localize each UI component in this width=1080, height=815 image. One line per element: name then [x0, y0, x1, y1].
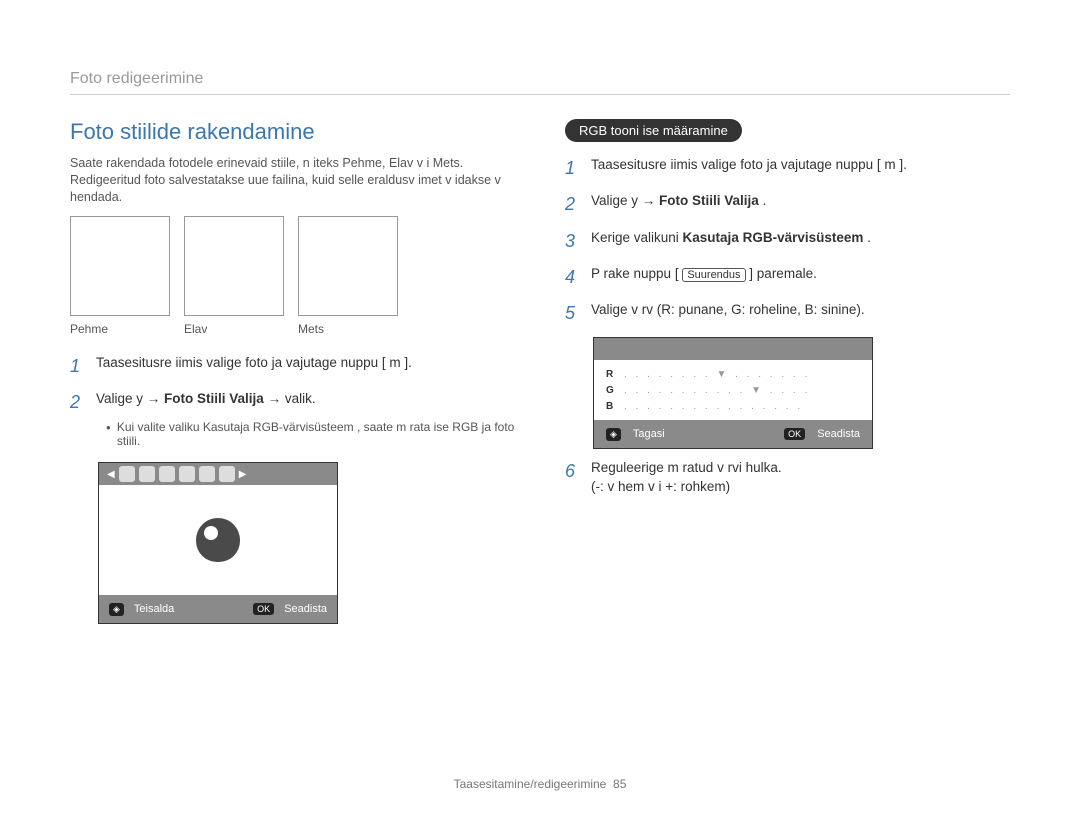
step-text-fragment: Valige y → [591, 193, 659, 208]
step-number: 4 [565, 265, 581, 289]
rgb-sliders: R. . . . . . . . ▼ . . . . . . . G. . . … [594, 360, 872, 420]
step-text: P rake nuppu [ Suurendus ] paremale. [591, 265, 817, 289]
thumbnail-label: Mets [298, 322, 398, 336]
step-text-fragment: Valige y → [96, 391, 164, 406]
step-text: Kerige valikuni Kasutaja RGB-värvisüstee… [591, 229, 871, 253]
nav-key-icon: ◈ [606, 428, 621, 441]
step-text-fragment: . [759, 193, 767, 208]
step-item: 3 Kerige valikuni Kasutaja RGB-värvisüst… [565, 229, 1010, 253]
subsection-pill: RGB tooni ise määramine [565, 119, 742, 142]
step-text: Valige v rv (R: punane, G: roheline, B: … [591, 301, 865, 325]
footer-section: Taasesitamine/redigeerimine [454, 777, 607, 791]
step-text-fragment: P rake nuppu [ [591, 266, 682, 281]
thumbnail-label: Pehme [70, 322, 170, 336]
step-number: 1 [70, 354, 86, 378]
step-text-fragment: ] paremale. [746, 266, 817, 281]
device-right-label: Seadista [817, 428, 860, 440]
mode-icon [199, 466, 215, 482]
mode-icon [119, 466, 135, 482]
section-intro: Saate rakendada fotodele erinevaid stiil… [70, 155, 515, 206]
ok-key-icon: OK [253, 603, 274, 615]
step-text-fragment: → valik. [264, 391, 316, 406]
device-right-label: Seadista [284, 603, 327, 615]
step-item: 5 Valige v rv (R: punane, G: roheline, B… [565, 301, 1010, 325]
step-text-bold: Kasutaja RGB-värvisüsteem [683, 230, 864, 245]
step-item: 2 Valige y → Foto Stiili Valija → valik. [70, 390, 515, 414]
step-number: 1 [565, 156, 581, 180]
device-mode-bar [594, 338, 872, 360]
nav-key-icon: ◈ [109, 603, 124, 616]
right-column: RGB tooni ise määramine 1 Taasesitusre i… [565, 119, 1010, 624]
step-item: 1 Taasesitusre iimis valige foto ja vaju… [70, 354, 515, 378]
key-label: Suurendus [682, 268, 745, 282]
step-text: Taasesitusre iimis valige foto ja vajuta… [591, 156, 907, 180]
rgb-row-r: R. . . . . . . . ▼ . . . . . . . [606, 366, 860, 382]
mode-icon [219, 466, 235, 482]
step-text: Taasesitusre iimis valige foto ja vajuta… [96, 354, 412, 378]
device-footer: ◈ Tagasi OK Seadista [594, 420, 872, 448]
thumbnail-label: Elav [184, 322, 284, 336]
step-number: 2 [565, 192, 581, 216]
device-preview: ◀ ▶ ◈ Teisalda [98, 462, 338, 624]
breadcrumb: Foto redigeerimine [70, 70, 1010, 95]
device-body [99, 485, 337, 595]
rgb-row-g: G. . . . . . . . . . . ▼ . . . . [606, 382, 860, 398]
thumb-item: Mets [298, 216, 398, 336]
step-item: 6 Reguleerige m ratud v rvi hulka. (-: v… [565, 459, 1010, 495]
step-text-line: Reguleerige m ratud v rvi hulka. [591, 459, 782, 477]
rgb-channel-label: B [606, 401, 618, 412]
step-number: 2 [70, 390, 86, 414]
step-text-bold: Foto Stiili Valija [659, 193, 759, 208]
step-text-fragment: Kerige valikuni [591, 230, 683, 245]
footer-page-number: 85 [613, 777, 626, 791]
device-mode-bar: ◀ ▶ [99, 463, 337, 485]
step-item: 1 Taasesitusre iimis valige foto ja vaju… [565, 156, 1010, 180]
thumb-item: Elav [184, 216, 284, 336]
step-number: 3 [565, 229, 581, 253]
thumbnail-image [70, 216, 170, 316]
thumbnail-image [184, 216, 284, 316]
step-number: 6 [565, 459, 581, 495]
rgb-device-preview: R. . . . . . . . ▼ . . . . . . . G. . . … [593, 337, 873, 449]
step-text-line: (-: v hem v i +: rohkem) [591, 478, 782, 496]
left-column: Foto stiilide rakendamine Saate rakendad… [70, 119, 515, 624]
page: Foto redigeerimine Foto stiilide rakenda… [0, 0, 1080, 815]
device-left-label: Teisalda [134, 603, 174, 615]
step-text-fragment: . [863, 230, 871, 245]
style-preview-icon [196, 518, 240, 562]
step-text: Valige y → Foto Stiili Valija → valik. [96, 390, 316, 414]
page-footer: Taasesitamine/redigeerimine 85 [0, 777, 1080, 791]
section-title: Foto stiilide rakendamine [70, 119, 515, 145]
bullet-text: Kui valite valiku Kasutaja RGB-värvisüst… [117, 420, 515, 448]
thumbnail-image [298, 216, 398, 316]
rgb-row-b: B. . . . . . . . . . . . . . . . [606, 398, 860, 414]
rgb-channel-label: G [606, 385, 618, 396]
left-steps: 1 Taasesitusre iimis valige foto ja vaju… [70, 354, 515, 625]
step-text: Reguleerige m ratud v rvi hulka. (-: v h… [591, 459, 782, 495]
step-item: 4 P rake nuppu [ Suurendus ] paremale. [565, 265, 1010, 289]
step-item: 2 Valige y → Foto Stiili Valija . [565, 192, 1010, 216]
rgb-channel-label: R [606, 369, 618, 380]
device-footer: ◈ Teisalda OK Seadista [99, 595, 337, 623]
device-left-label: Tagasi [633, 428, 665, 440]
ok-key-icon: OK [784, 428, 805, 440]
mode-icon [159, 466, 175, 482]
style-thumbnails: Pehme Elav Mets [70, 216, 515, 336]
step-number: 5 [565, 301, 581, 325]
step-text-bold: Foto Stiili Valija [164, 391, 264, 406]
thumb-item: Pehme [70, 216, 170, 336]
mode-icon [179, 466, 195, 482]
two-column-layout: Foto stiilide rakendamine Saate rakendad… [70, 119, 1010, 624]
step-text: Valige y → Foto Stiili Valija . [591, 192, 766, 216]
mode-icon [139, 466, 155, 482]
step-sub-bullet: Kui valite valiku Kasutaja RGB-värvisüst… [106, 420, 515, 448]
